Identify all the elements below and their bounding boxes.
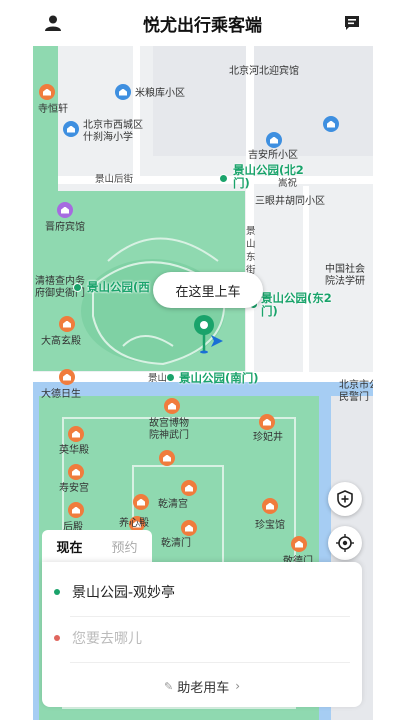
destination-dot-icon (54, 635, 60, 641)
label-park-west: 景山公园(西 (87, 280, 150, 294)
building-icon (323, 116, 339, 132)
label-dong-street2: 山 (246, 239, 256, 250)
label-zhenbao: 珍宝馆 (255, 520, 285, 531)
chevron-right-icon: › (235, 679, 241, 693)
destination-placeholder: 您要去哪儿 (72, 631, 142, 647)
destination-row[interactable]: 您要去哪儿 (42, 618, 362, 658)
label-park-north2b: 门) (233, 176, 250, 190)
label-yangxin: 养心殿 (119, 518, 149, 529)
safety-button[interactable] (328, 482, 362, 516)
label-park-north2: 景山公园(北2 (233, 163, 304, 177)
label-dade: 大德日生 (41, 389, 81, 400)
hall-icon (133, 494, 149, 510)
label-jiqing: 吉安所小区 (248, 150, 298, 161)
label-school1: 北京市西城区 (83, 120, 143, 131)
app-title: 悦尤出行乘客端 (143, 15, 262, 36)
pickup-row[interactable]: 景山公园-观妙亭 (42, 572, 362, 612)
label-zhenfei: 珍妃井 (253, 432, 283, 443)
pickup-location: 景山公园-观妙亭 (72, 585, 176, 601)
label-sanyan: 三眼井胡同小区 (255, 196, 325, 207)
current-location-arrow-icon (211, 335, 223, 347)
divider (70, 616, 350, 617)
label-mill: 米粮库小区 (135, 88, 185, 99)
label-school2: 什刹海小学 (83, 132, 133, 143)
label-park-south: 景山公园(南门) (179, 371, 259, 385)
label-qianqingmen: 乾清门 (161, 538, 191, 549)
label-shoukang: 寿安宫 (59, 483, 89, 494)
message-button[interactable] (339, 10, 365, 36)
palace-icon (164, 398, 180, 414)
pickup-here-bubble[interactable]: 在这里上车 (153, 272, 263, 308)
well-icon (259, 414, 275, 430)
label-park-east2: 景山公园(东2 (261, 291, 332, 305)
label-gugong1: 故宫博物 (149, 418, 189, 429)
temple-icon (59, 316, 75, 332)
label-jinfu: 晋府宾馆 (45, 222, 85, 233)
shield-plus-icon (337, 490, 353, 508)
hall-icon (262, 498, 278, 514)
label-hotel-north: 北京河北迎宾馆 (229, 66, 299, 77)
pickup-dot-icon (54, 589, 60, 595)
ride-time-tabs: 现在 预约 (42, 530, 152, 562)
message-icon (345, 16, 359, 30)
label-social2: 院法学研 (325, 276, 365, 287)
entrance-marker (73, 283, 82, 292)
label-jingshanqian: 景山 (148, 373, 168, 384)
entrance-marker (219, 174, 228, 183)
label-yinghua: 英华殿 (59, 445, 89, 456)
palace-icon (181, 480, 197, 496)
label-dong-street1: 景 (246, 226, 256, 237)
elder-icon: ✎ (163, 679, 174, 693)
label-qianqing: 乾清宫 (158, 499, 188, 510)
divider (70, 662, 350, 663)
hall-icon (68, 464, 84, 480)
label-park-east2b: 门) (261, 304, 278, 318)
label-court1: 北京市公 (339, 380, 373, 391)
landmark-icon (115, 84, 131, 100)
entrance-marker (166, 373, 175, 382)
label-social1: 中国社会 (325, 264, 365, 275)
hotel-icon (57, 202, 73, 218)
locate-icon (336, 534, 354, 552)
label-gugong2: 院神武门 (149, 430, 189, 441)
gate-icon (181, 520, 197, 536)
label-court2: 民警门 (339, 392, 369, 403)
user-icon (45, 15, 61, 31)
label-songzhu: 嵩祝 (278, 178, 298, 189)
app-header: 悦尤出行乘客端 (0, 0, 405, 46)
school-icon (63, 121, 79, 137)
hall-icon (159, 450, 175, 466)
residence-icon (266, 132, 282, 148)
hall-icon (68, 502, 84, 518)
elder-ride-button[interactable]: ✎ 助老用车 › (42, 672, 362, 700)
landmark-icon (39, 84, 55, 100)
gate-icon (291, 536, 307, 552)
label-qiyu: 寺恒轩 (38, 104, 68, 115)
tab-reserve[interactable]: 预约 (97, 537, 152, 556)
temple-icon (59, 369, 75, 385)
label-dong-street3: 东 (246, 252, 256, 263)
hall-icon (68, 426, 84, 442)
locate-button[interactable] (328, 526, 362, 560)
profile-button[interactable] (40, 10, 66, 36)
elder-ride-label: 助老用车 (177, 680, 230, 696)
trip-panel: 景山公园-观妙亭 您要去哪儿 ✎ 助老用车 › (42, 562, 362, 707)
label-jingshanhoujie: 景山后街 (95, 174, 134, 185)
tab-now[interactable]: 现在 (42, 537, 97, 556)
label-dagao: 大高玄殿 (41, 336, 81, 347)
